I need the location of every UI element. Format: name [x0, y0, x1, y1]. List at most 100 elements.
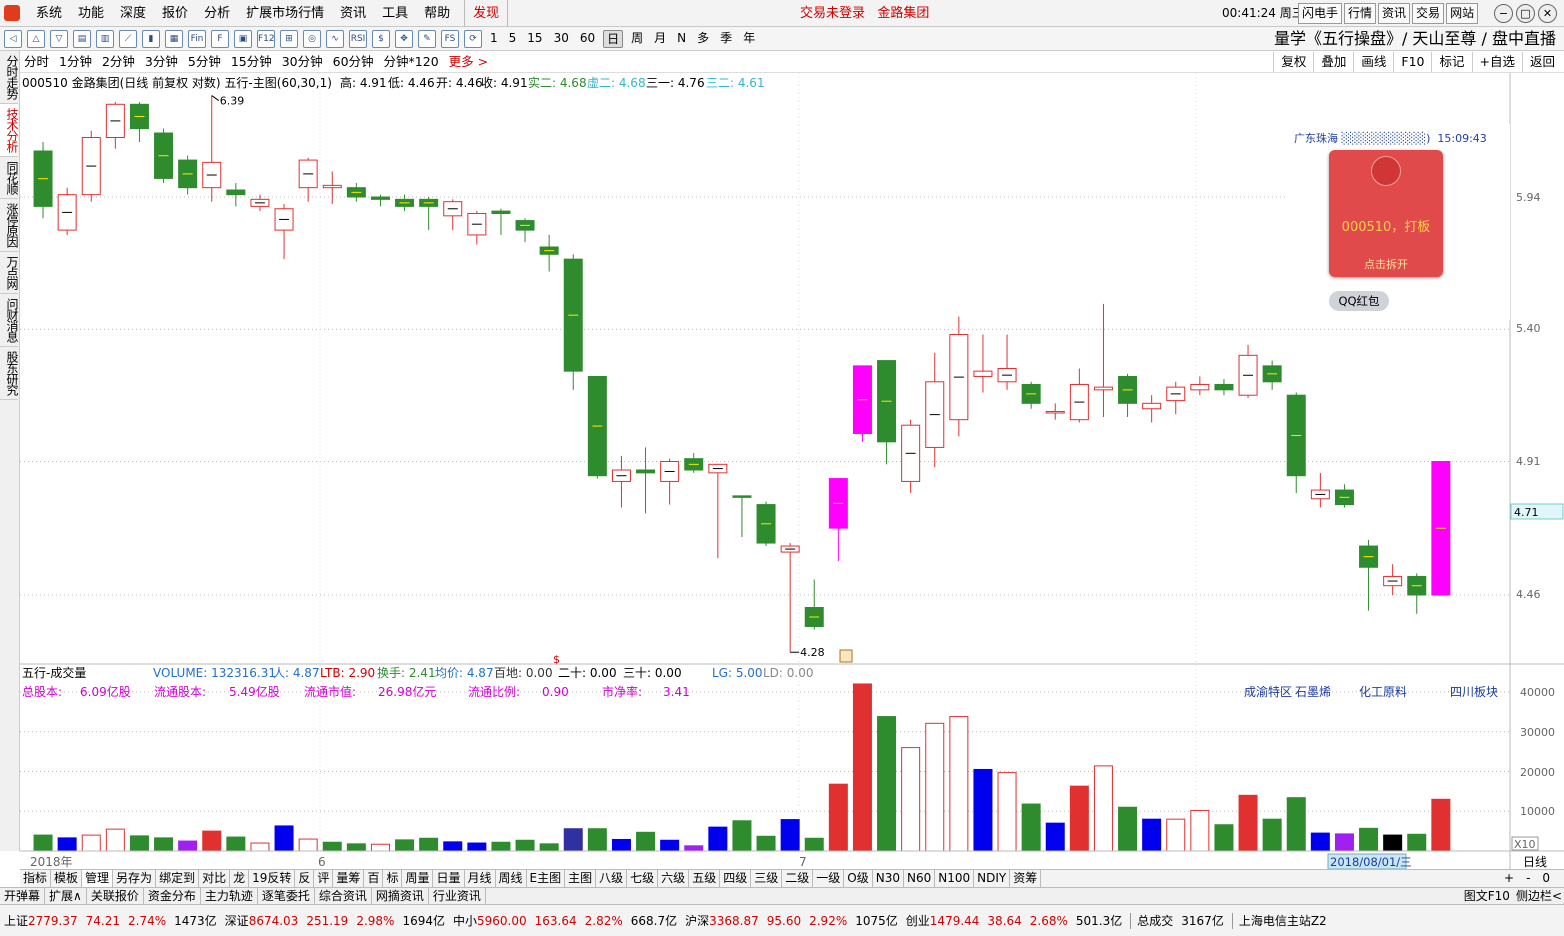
menu-item-tools[interactable]: 工具 — [374, 0, 416, 27]
news-button[interactable]: 资讯 — [1378, 3, 1411, 24]
overlay-button[interactable]: 叠加 — [1313, 52, 1353, 72]
back-arrow-icon[interactable]: ◁ — [4, 30, 22, 48]
period-3m[interactable]: 3分钟 — [145, 51, 178, 72]
indicator-tab[interactable]: 五级 — [689, 870, 721, 887]
indicator-tab[interactable]: 绑定到 — [156, 870, 200, 887]
indicator-tab[interactable]: N60 — [904, 870, 936, 887]
indicator-tab[interactable]: 百 — [364, 870, 384, 887]
period-year[interactable]: 年 — [740, 30, 758, 48]
money-icon[interactable]: $ — [372, 30, 390, 48]
indicator-tab[interactable]: 日量 — [433, 870, 465, 887]
mark-button[interactable]: 标记 — [1431, 52, 1471, 72]
quote-list-icon[interactable]: ▤ — [73, 30, 91, 48]
maximize-icon[interactable]: □ — [1516, 4, 1535, 23]
period-15m[interactable]: 15分钟 — [231, 51, 272, 72]
indicator-tab[interactable]: 周线 — [496, 870, 527, 887]
sidebar-tab-shareholder[interactable]: 股东研究 — [0, 347, 19, 400]
pencil-icon[interactable]: ✎ — [418, 30, 436, 48]
indicator-tab[interactable]: 指标 — [20, 870, 52, 887]
period-60m[interactable]: 60分钟 — [333, 51, 374, 72]
menu-item-news[interactable]: 资讯 — [332, 0, 374, 27]
indicator-tab[interactable]: E主图 — [527, 870, 566, 887]
cy-index[interactable]: 创业1479.44 — [906, 913, 980, 929]
move-icon[interactable]: ✥ — [395, 30, 413, 48]
sidebar-tab-timeshare[interactable]: 分时走势 — [0, 51, 19, 104]
func-sidebar[interactable]: 侧边栏< — [1516, 888, 1562, 904]
period-day[interactable]: 日 — [603, 30, 624, 48]
indicator-tab[interactable]: 量筹 — [333, 870, 365, 887]
period-15min[interactable]: 15 — [524, 30, 545, 48]
flash-trade-button[interactable]: 闪电手 — [1298, 3, 1343, 24]
period-1min[interactable]: 1 — [487, 30, 501, 48]
sh-index[interactable]: 上证2779.37 — [4, 913, 78, 929]
indicator-tab[interactable]: 龙 — [230, 870, 250, 887]
period-120m[interactable]: 分钟*120 — [384, 51, 439, 72]
trade-status[interactable]: 交易未登录 金路集团 — [800, 0, 929, 27]
period-60min[interactable]: 60 — [577, 30, 598, 48]
func-industry-news[interactable]: 行业资讯 — [429, 888, 486, 904]
indicator-tab[interactable]: 月线 — [465, 870, 496, 887]
func-main-track[interactable]: 主力轨迹 — [201, 888, 258, 904]
period-week[interactable]: 周 — [628, 30, 646, 48]
draw-line-button[interactable]: 画线 — [1353, 52, 1393, 72]
website-button[interactable]: 网站 — [1446, 3, 1479, 24]
hs-index[interactable]: 沪深3368.87 — [685, 913, 759, 929]
zx-index[interactable]: 中小5960.00 — [453, 913, 527, 929]
period-5m[interactable]: 5分钟 — [188, 51, 221, 72]
f10-icon[interactable]: F — [211, 30, 229, 48]
report-icon[interactable]: ▣ — [234, 30, 252, 48]
func-web-news[interactable]: 网摘资讯 — [372, 888, 429, 904]
add-watchlist-button[interactable]: +自选 — [1471, 52, 1522, 72]
indicator-tab[interactable]: 三级 — [751, 870, 783, 887]
zoom-minus-button[interactable]: - — [1520, 870, 1536, 887]
indicator-tab[interactable]: NDIY — [974, 870, 1011, 887]
func-danmaku[interactable]: 开弹幕 — [0, 888, 46, 904]
indicator-tab[interactable]: 标 — [383, 870, 403, 887]
market-button[interactable]: 行情 — [1344, 3, 1377, 24]
menu-item-analysis[interactable]: 分析 — [196, 0, 238, 27]
refresh-icon[interactable]: ⟳ — [464, 30, 482, 48]
concept-chemical[interactable]: 化工原料 — [1359, 685, 1407, 699]
period-30min[interactable]: 30 — [551, 30, 572, 48]
indicator-tab[interactable]: 反 — [295, 870, 315, 887]
indicator-tab[interactable]: 一级 — [813, 870, 845, 887]
trade-login-link[interactable]: 交易未登录 — [800, 6, 865, 21]
period-multi[interactable]: 多 — [694, 30, 712, 48]
trade-button[interactable]: 交易 — [1412, 3, 1445, 24]
period-5min[interactable]: 5 — [506, 30, 520, 48]
indicator-tab[interactable]: N100 — [935, 870, 975, 887]
period-n[interactable]: N — [674, 30, 689, 48]
sidebar-tab-wencai[interactable]: 问财消息 — [0, 294, 19, 347]
news-marker-icon[interactable] — [839, 649, 853, 663]
indicator-tab[interactable]: 管理 — [82, 870, 114, 887]
func-news[interactable]: 综合资讯 — [315, 888, 372, 904]
concept-graphene[interactable]: 石墨烯 — [1295, 685, 1331, 699]
concept-chengyu[interactable]: 成渝特区 — [1244, 684, 1292, 699]
indicator-tab[interactable]: 六级 — [658, 870, 690, 887]
func-fund-dist[interactable]: 资金分布 — [144, 888, 201, 904]
sidebar-tab-wandian[interactable]: 万点网 — [0, 252, 19, 294]
qq-red-packet-button[interactable]: QQ红包 — [1329, 291, 1389, 311]
period-2m[interactable]: 2分钟 — [102, 51, 135, 72]
indicator-tab[interactable]: 二级 — [782, 870, 814, 887]
indicator-tab[interactable]: 八级 — [596, 870, 628, 887]
func-order-detail[interactable]: 逐笔委托 — [258, 888, 315, 904]
line-chart-icon[interactable]: ⟋ — [119, 30, 137, 48]
menu-item-depth[interactable]: 深度 — [112, 0, 154, 27]
period-1m[interactable]: 1分钟 — [59, 51, 92, 72]
f12-icon[interactable]: F12 — [257, 30, 275, 48]
fin-icon[interactable]: Fin — [188, 30, 206, 48]
sz-index[interactable]: 深证8674.03 — [225, 913, 299, 929]
indicator-tab[interactable]: 另存为 — [113, 870, 157, 887]
f10-button[interactable]: F10 — [1393, 52, 1431, 72]
concept-sichuan[interactable]: 四川板块 — [1450, 685, 1498, 699]
target-icon[interactable]: ◎ — [303, 30, 321, 48]
indicator-tab[interactable]: 主图 — [565, 870, 597, 887]
func-expand[interactable]: 扩展∧ — [45, 888, 87, 904]
stock-name-link[interactable]: 金路集团 — [877, 6, 929, 21]
server-status[interactable]: 上海电信主站Z2 — [1231, 913, 1327, 929]
bar-chart-icon[interactable]: ▥ — [96, 30, 114, 48]
rsi-icon[interactable]: RSI — [349, 30, 367, 48]
indicator-tab[interactable]: 资筹 — [1010, 870, 1042, 887]
indicator-tab[interactable]: 对比 — [199, 870, 231, 887]
